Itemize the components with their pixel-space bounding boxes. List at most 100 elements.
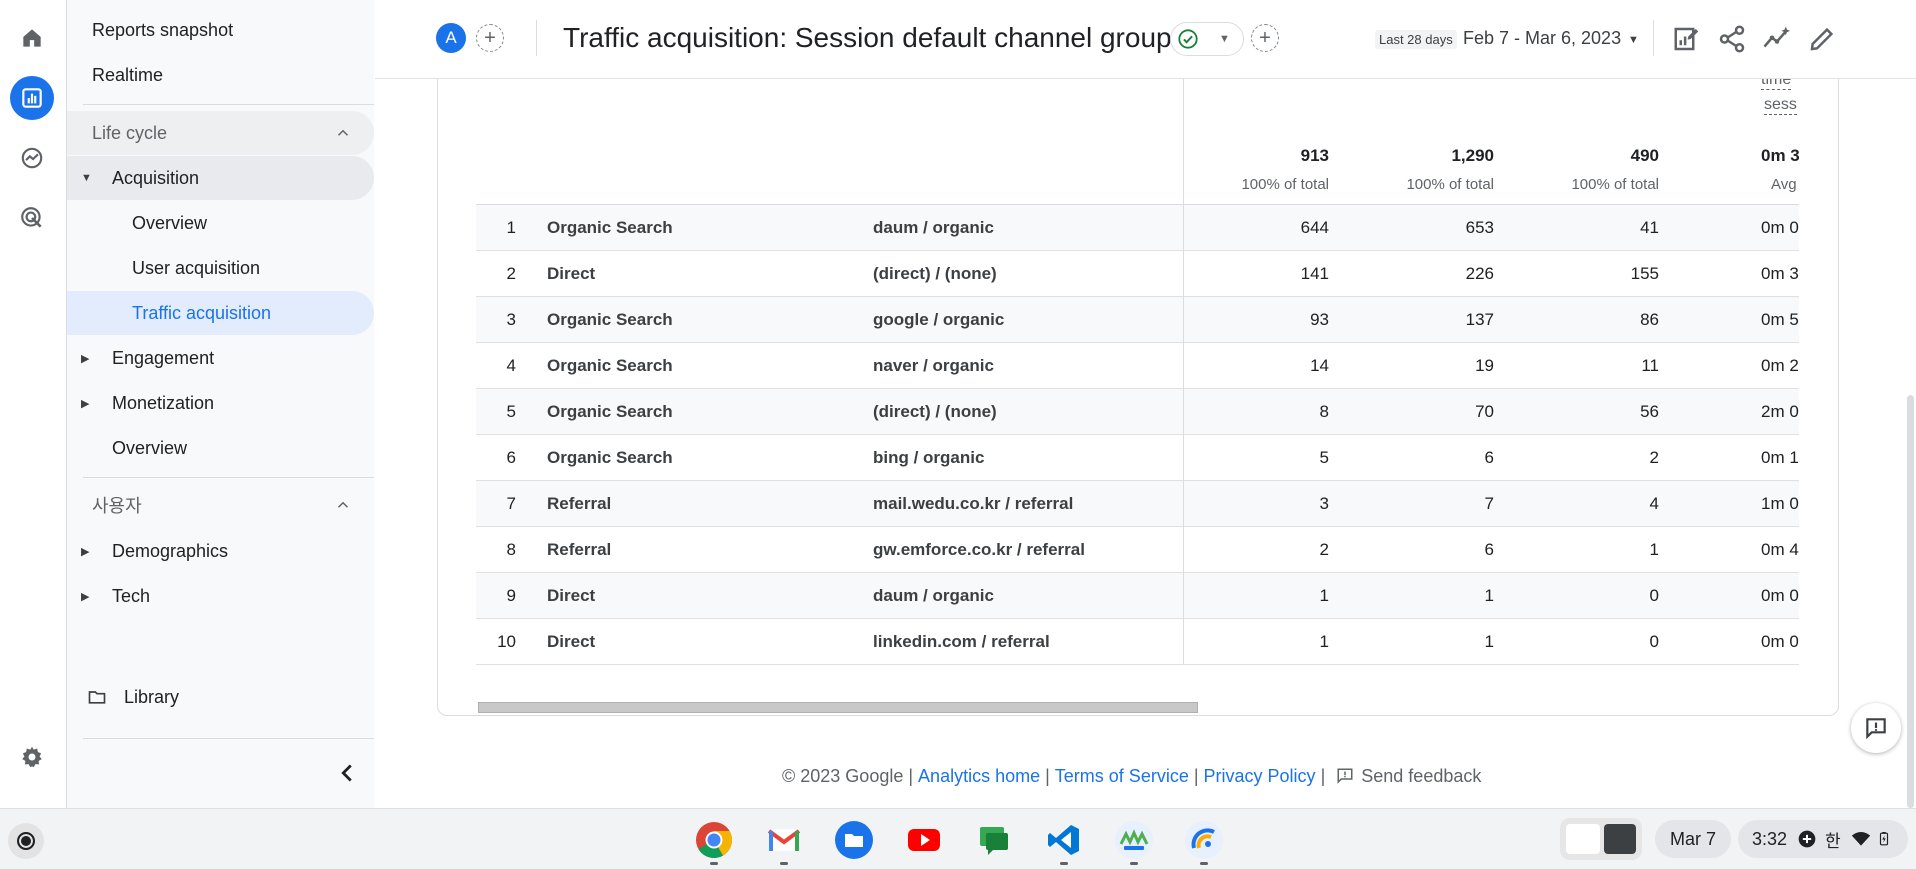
nav-demographics[interactable]: ▶ Demographics [67,529,374,573]
table-row[interactable]: 5 Organic Search (direct) / (none) 8 70 … [476,389,1799,435]
chevron-left-icon [341,764,352,782]
collapse-nav-button[interactable] [332,758,362,788]
wifi-icon [1851,832,1870,846]
analytics-home-link[interactable]: Analytics home [918,766,1040,786]
chrome-icon[interactable] [692,818,736,865]
wemakeprice-icon[interactable] [1112,818,1156,865]
table-row[interactable]: 1 Organic Search daum / organic 644 653 … [476,205,1799,251]
calendar-date-button[interactable]: Mar 7 [1655,820,1731,858]
channel-cell: Direct [547,264,596,283]
section-label: Life cycle [92,122,168,143]
terms-link[interactable]: Terms of Service [1055,766,1189,786]
table-row[interactable]: 10 Direct linkedin.com / referral 1 1 0 … [476,619,1799,665]
nav-section-user[interactable]: 사용자 [67,483,374,527]
share-icon[interactable] [1717,24,1747,54]
metric-cell: 56 [1640,402,1659,421]
chevron-up-icon [337,501,349,508]
metric-cell: 2 [1319,540,1329,559]
customize-report-icon[interactable] [1672,24,1702,54]
send-feedback-link[interactable]: Send feedback [1335,766,1481,786]
table-row[interactable]: 4 Organic Search naver / organic 14 19 1… [476,343,1799,389]
caret-down-icon: ▼ [1219,33,1230,45]
channel-cell: Organic Search [547,402,673,421]
metric-cell: 19 [1475,356,1494,375]
metric-cell: 6 [1484,540,1494,559]
nav-divider [83,477,374,478]
column-header-fragment[interactable]: sess [1764,96,1797,115]
row-index: 8 [506,540,516,559]
metric-cell: 155 [1630,264,1659,283]
metric-cell: 1 [1484,586,1494,605]
nav-lifecycle-overview[interactable]: Overview [67,426,374,470]
row-index: 2 [506,264,516,283]
table-row[interactable]: 2 Direct (direct) / (none) 141 226 155 0… [476,251,1799,297]
insights-icon[interactable] [1762,24,1792,54]
nav-label: Overview [132,212,208,233]
table-row[interactable]: 7 Referral mail.wedu.co.kr / referral 3 … [476,481,1799,527]
ime-indicator: 한 [1825,831,1841,851]
nav-monetization[interactable]: ▶ Monetization [67,381,374,425]
metric-cell: 8 [1319,402,1329,421]
feedback-button[interactable] [1851,703,1901,753]
screen-capture-thumbnail[interactable] [1560,818,1642,860]
system-tray-status[interactable]: 3:32 한 [1738,820,1908,858]
nav-user-acquisition[interactable]: User acquisition [67,246,374,290]
running-indicator [1200,862,1208,865]
date-range-picker[interactable]: Feb 7 - Mar 6, 2023 [1463,28,1621,49]
section-label: 사용자 [92,496,142,516]
explore-icon[interactable] [10,136,54,180]
nav-reports-snapshot[interactable]: Reports snapshot [67,8,374,52]
caret-down-icon[interactable]: ▼ [1628,34,1639,46]
admin-gear-icon[interactable] [10,735,54,779]
metric-cell: 1 [1484,632,1494,651]
report-status-dropdown[interactable]: ▼ [1170,22,1244,56]
metric-cell: 137 [1465,310,1494,329]
nav-traffic-acquisition[interactable]: Traffic acquisition [67,291,374,335]
add-filter-button[interactable]: + [1251,24,1279,52]
table-row[interactable]: 6 Organic Search bing / organic 5 6 2 0m… [476,435,1799,481]
nav-acquisition-overview[interactable]: Overview [67,201,374,245]
vscode-icon[interactable] [1042,818,1086,865]
comparison-chip-all-users[interactable]: A [436,23,466,53]
tray-time: 3:32 [1752,828,1788,849]
nav-engagement[interactable]: ▶ Engagement [67,336,374,380]
reports-icon[interactable] [10,76,54,120]
add-comparison-button[interactable]: + [476,24,504,52]
channel-cell: Referral [547,494,612,513]
nav-tech[interactable]: ▶ Tech [67,574,374,618]
vertical-scrollbar-thumb[interactable] [1907,395,1914,808]
launcher-button[interactable] [8,823,44,859]
table-row[interactable]: 8 Referral gw.emforce.co.kr / referral 2… [476,527,1799,573]
row-index: 3 [506,310,516,329]
youtube-icon[interactable] [902,818,946,862]
chat-icon[interactable] [972,818,1016,862]
tray-date: Mar 7 [1669,828,1716,849]
table-row[interactable]: 3 Organic Search google / organic 93 137… [476,297,1799,343]
page-footer: © 2023 Google | Analytics home | Terms of Se… [782,766,1482,786]
analytics-app-icon[interactable] [1182,818,1226,865]
privacy-link[interactable]: Privacy Policy [1204,766,1316,786]
duration-cell: 0m 5 [1761,310,1799,329]
row-index: 1 [506,218,516,237]
nav-acquisition[interactable]: ▼ Acquisition [67,156,374,200]
row-index: 9 [506,586,516,605]
source-medium-cell: (direct) / (none) [873,264,997,283]
nav-realtime[interactable]: Realtime [67,53,374,97]
nav-library[interactable]: Library [67,675,374,719]
advertising-icon[interactable] [10,196,54,240]
row-index: 10 [497,632,516,651]
thumbnail-window [1566,824,1600,854]
home-icon[interactable] [10,16,54,60]
source-medium-cell: google / organic [873,310,1005,329]
horizontal-scrollbar-thumb[interactable] [478,702,1198,713]
folder-icon [88,691,106,704]
files-icon[interactable] [832,818,876,862]
copyright-text: © 2023 Google [782,766,904,786]
nav-section-lifecycle[interactable]: Life cycle [67,111,374,155]
nav-divider [83,738,374,739]
edit-pencil-icon[interactable] [1807,24,1837,54]
metric-cell: 1 [1319,586,1329,605]
gmail-icon[interactable] [762,818,806,865]
duration-cell: 2m 0 [1761,402,1799,421]
table-row[interactable]: 9 Direct daum / organic 1 1 0 0m 0 [476,573,1799,619]
